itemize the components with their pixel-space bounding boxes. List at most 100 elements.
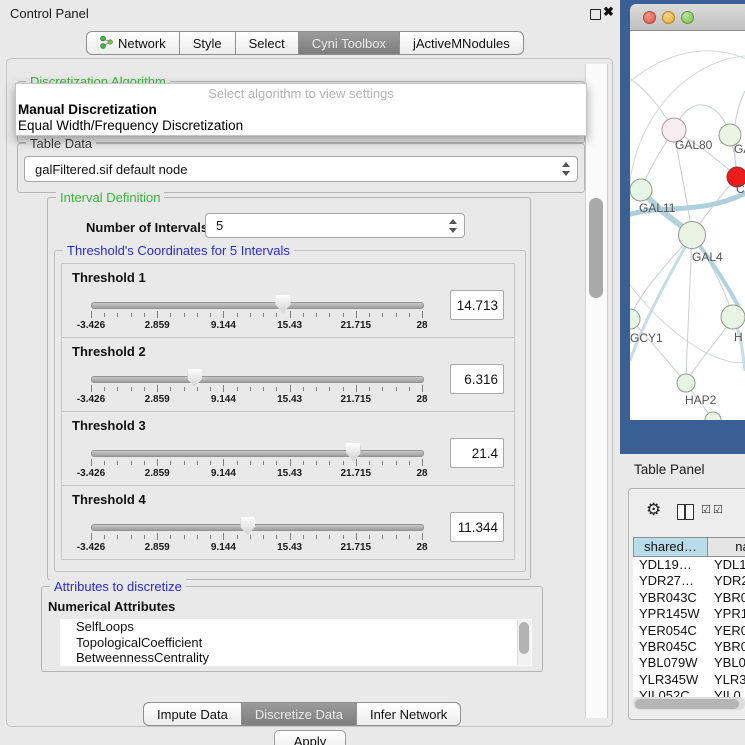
slider-ruler xyxy=(91,533,422,541)
column-header-name[interactable]: na xyxy=(708,537,745,557)
bottom-tab-bar: Impute Data Discretize Data Infer Networ… xyxy=(143,702,461,726)
close-icon[interactable]: ✖ xyxy=(603,4,614,20)
table-header-row: shared… na xyxy=(633,537,745,557)
table-scrollbar-thumb[interactable] xyxy=(635,699,739,709)
list-item[interactable]: TopologicalCoefficient xyxy=(60,635,532,651)
threshold-value-field[interactable]: 11.344 xyxy=(450,512,504,542)
algorithm-option-equal-width[interactable]: Equal Width/Frequency Discretization xyxy=(16,118,586,134)
node-label-h: H xyxy=(734,330,743,344)
tab-select[interactable]: Select xyxy=(236,31,299,55)
node-gal4[interactable] xyxy=(679,222,706,249)
apply-button[interactable]: Apply xyxy=(274,730,346,745)
thresholds-group-title: Threshold's Coordinates for 5 Intervals xyxy=(63,243,294,258)
gear-icon[interactable]: ⚙ xyxy=(646,500,661,520)
combo-stepper-icon xyxy=(449,219,458,233)
list-scrollbar[interactable] xyxy=(517,620,531,665)
table-row[interactable]: YER054CYER0 xyxy=(633,623,745,639)
network-icon xyxy=(100,35,113,52)
table-panel: ⚙ ☑ ☑ shared… na YDL19…YDL1 YDR27…YDR2 Y… xyxy=(628,488,745,720)
table-data-group: Table Data galFiltered.sif default node xyxy=(17,143,585,193)
checkbox-icon[interactable]: ☑ xyxy=(701,503,711,516)
thresholds-group: Threshold's Coordinates for 5 Intervals … xyxy=(54,250,526,572)
table-row[interactable]: YDL19…YDL1 xyxy=(633,557,745,573)
table-row[interactable]: YPR145WYPR1 xyxy=(633,606,745,622)
table-row[interactable]: YBL079WYBL0 xyxy=(633,655,745,671)
threshold-slider[interactable] xyxy=(91,524,424,531)
list-item[interactable]: SelfLoops xyxy=(60,619,532,635)
tab-network[interactable]: Network xyxy=(86,31,180,55)
tab-discretize-data[interactable]: Discretize Data xyxy=(242,702,357,726)
table-data-group-title: Table Data xyxy=(26,136,96,151)
node-h[interactable] xyxy=(721,305,745,329)
threshold-value-field[interactable]: 6.316 xyxy=(450,364,504,394)
node-hap2[interactable] xyxy=(677,374,695,392)
algorithm-popup-hint: Select algorithm to view settings xyxy=(16,86,586,102)
number-of-intervals-label: Number of Intervals xyxy=(86,220,208,235)
threshold-row: Threshold 3 -3.4262.8599.14415.4321.7152… xyxy=(61,411,515,486)
numerical-attributes-heading: Numerical Attributes xyxy=(48,599,175,614)
tab-impute-data[interactable]: Impute Data xyxy=(143,702,242,726)
threshold-slider[interactable] xyxy=(91,302,424,309)
list-item[interactable]: BetweennessCentrality xyxy=(60,650,532,666)
network-canvas[interactable]: GAL80 GAL11 GAL4 GCY1 HAP2 H GA C xyxy=(630,31,745,420)
tab-cyni-toolbox[interactable]: Cyni Toolbox xyxy=(299,31,400,55)
threshold-row: Threshold 2 -3.4262.8599.14415.4321.7152… xyxy=(61,337,515,412)
attributes-group: Attributes to discretize Numerical Attri… xyxy=(41,586,543,672)
table-data-combo-value: galFiltered.sif default node xyxy=(35,162,187,177)
column-header-shared-name[interactable]: shared… xyxy=(633,537,708,557)
float-window-icon[interactable] xyxy=(590,9,601,20)
table-row[interactable]: YIL052CYIL0 xyxy=(633,688,745,697)
cyni-toolbox-panel: Discretization Algorithm Select algorith… xyxy=(6,58,613,727)
node-label-partial-c: C xyxy=(736,182,745,196)
network-window-titlebar[interactable] xyxy=(630,4,745,31)
node-gcy1[interactable] xyxy=(630,309,640,329)
node-bottom[interactable] xyxy=(705,412,721,420)
slider-tick-labels: -3.4262.8599.14415.4321.71528 xyxy=(91,320,422,332)
top-tab-bar: Network Style Select Cyni Toolbox jActiv… xyxy=(86,31,524,55)
table-row[interactable]: YLR345WYLR3 xyxy=(633,672,745,688)
slider-ruler xyxy=(91,385,422,393)
control-panel-window: Control Panel ✖ Network Style Select Cyn… xyxy=(0,0,745,745)
tab-infer-network[interactable]: Infer Network xyxy=(357,702,461,726)
table-row[interactable]: YBR043CYBR0 xyxy=(633,590,745,606)
table-body: YDL19…YDL1 YDR27…YDR2 YBR043CYBR0 YPR145… xyxy=(633,557,745,697)
column-layout-icon[interactable] xyxy=(677,504,694,520)
slider-ruler xyxy=(91,311,422,319)
panel-scrollbar-thumb[interactable] xyxy=(589,198,603,298)
list-scrollbar-thumb[interactable] xyxy=(519,622,529,654)
interval-definition-group: Interval Definition Number of Intervals … xyxy=(47,197,531,580)
slider-tick-labels: -3.4262.8599.14415.4321.71528 xyxy=(91,468,422,480)
minimize-traffic-light-icon[interactable] xyxy=(662,11,675,24)
threshold-label: Threshold 4 xyxy=(72,492,146,507)
slider-tick-labels: -3.4262.8599.14415.4321.71528 xyxy=(91,542,422,554)
threshold-row: Threshold 1 -3.4262.8599.14415.4321.7152… xyxy=(61,263,515,338)
tab-jactivemnodules[interactable]: jActiveMNodules xyxy=(400,31,524,55)
number-of-intervals-combo[interactable]: 5 xyxy=(205,213,465,238)
table-row[interactable]: YDR27…YDR2 xyxy=(633,573,745,589)
tab-network-label: Network xyxy=(118,36,166,51)
threshold-slider[interactable] xyxy=(91,450,424,457)
table-data-combo[interactable]: galFiltered.sif default node xyxy=(24,156,578,182)
slider-tick-labels: -3.4262.8599.14415.4321.71528 xyxy=(91,394,422,406)
tab-style[interactable]: Style xyxy=(180,31,236,55)
algorithm-option-manual[interactable]: Manual Discretization xyxy=(16,102,586,118)
checkbox-icon[interactable]: ☑ xyxy=(713,503,723,516)
threshold-value-field[interactable]: 21.4 xyxy=(450,438,504,468)
slider-ruler xyxy=(91,459,422,467)
threshold-label: Threshold 1 xyxy=(72,270,146,285)
node-gal11[interactable] xyxy=(630,179,652,201)
close-traffic-light-icon[interactable] xyxy=(643,11,656,24)
table-row[interactable]: YBR045CYBR0 xyxy=(633,639,745,655)
threshold-slider[interactable] xyxy=(91,376,424,383)
interval-definition-group-title: Interval Definition xyxy=(56,190,164,205)
node-label-hap2: HAP2 xyxy=(685,393,716,407)
panel-vertical-scrollbar[interactable] xyxy=(585,64,608,718)
threshold-value-field[interactable]: 14.713 xyxy=(450,290,504,320)
table-horizontal-scrollbar[interactable] xyxy=(633,697,745,710)
zoom-traffic-light-icon[interactable] xyxy=(681,11,694,24)
network-graph xyxy=(630,31,745,420)
table-panel-title: Table Panel xyxy=(634,462,705,477)
numerical-attributes-list: SelfLoops TopologicalCoefficient Between… xyxy=(60,619,532,666)
threshold-label: Threshold 2 xyxy=(72,344,146,359)
node-label-partial-ga: GA xyxy=(734,142,745,156)
